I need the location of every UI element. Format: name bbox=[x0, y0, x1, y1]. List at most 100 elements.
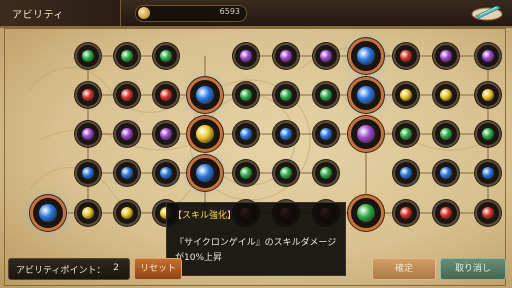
ability-node[interactable] bbox=[116, 202, 138, 224]
ability-node[interactable] bbox=[315, 84, 337, 106]
coin-icon bbox=[138, 7, 150, 19]
ability-node[interactable] bbox=[477, 45, 499, 67]
ability-node[interactable] bbox=[395, 45, 417, 67]
ability-node[interactable] bbox=[315, 45, 337, 67]
yellow-gem-icon bbox=[440, 89, 452, 101]
ability-node[interactable] bbox=[351, 119, 381, 149]
coin-counter: 6593 bbox=[135, 5, 247, 22]
purple-gem-icon bbox=[320, 50, 332, 62]
purple-gem-icon bbox=[82, 128, 94, 140]
red-gem-icon bbox=[440, 207, 452, 219]
green-gem-icon bbox=[280, 89, 292, 101]
green-gem-icon bbox=[357, 204, 375, 222]
ability-node[interactable] bbox=[351, 198, 381, 228]
green-gem-icon bbox=[240, 167, 252, 179]
green-gem-icon bbox=[82, 50, 94, 62]
yellow-gem-icon bbox=[196, 125, 214, 143]
ability-node[interactable] bbox=[477, 123, 499, 145]
ability-node[interactable] bbox=[77, 84, 99, 106]
ability-node[interactable] bbox=[435, 162, 457, 184]
green-gem-icon bbox=[482, 128, 494, 140]
ability-node[interactable] bbox=[395, 202, 417, 224]
feather-scroll-icon[interactable] bbox=[470, 2, 504, 22]
ability-node[interactable] bbox=[275, 45, 297, 67]
blue-gem-icon bbox=[39, 204, 57, 222]
blue-gem-icon bbox=[320, 128, 332, 140]
ability-node[interactable] bbox=[77, 123, 99, 145]
ability-node[interactable] bbox=[116, 45, 138, 67]
red-gem-icon bbox=[121, 89, 133, 101]
ability-node[interactable] bbox=[77, 162, 99, 184]
purple-gem-icon bbox=[160, 128, 172, 140]
ability-node[interactable] bbox=[155, 84, 177, 106]
ability-screen: アビリティ 6593 【スキル強化】 『サイクロンゲイル』のスキルダメージが10… bbox=[0, 0, 512, 288]
ability-node[interactable] bbox=[477, 202, 499, 224]
reset-button[interactable]: リセット bbox=[134, 258, 182, 280]
ability-node[interactable] bbox=[77, 45, 99, 67]
ability-node[interactable] bbox=[190, 80, 220, 110]
purple-gem-icon bbox=[121, 128, 133, 140]
confirm-button[interactable]: 確定 bbox=[372, 258, 436, 280]
cancel-button[interactable]: 取り消し bbox=[440, 258, 506, 280]
ability-node[interactable] bbox=[275, 162, 297, 184]
green-gem-icon bbox=[240, 89, 252, 101]
ability-node[interactable] bbox=[395, 162, 417, 184]
blue-gem-icon bbox=[196, 86, 214, 104]
ability-node[interactable] bbox=[275, 84, 297, 106]
blue-gem-icon bbox=[196, 164, 214, 182]
green-gem-icon bbox=[320, 89, 332, 101]
ability-node[interactable] bbox=[155, 45, 177, 67]
blue-gem-icon bbox=[121, 167, 133, 179]
green-gem-icon bbox=[121, 50, 133, 62]
red-gem-icon bbox=[400, 207, 412, 219]
red-gem-icon bbox=[400, 50, 412, 62]
purple-gem-icon bbox=[280, 50, 292, 62]
red-gem-icon bbox=[82, 89, 94, 101]
blue-gem-icon bbox=[82, 167, 94, 179]
ability-node[interactable] bbox=[275, 123, 297, 145]
ability-node[interactable] bbox=[190, 158, 220, 188]
ability-node[interactable] bbox=[235, 123, 257, 145]
ability-node-selected[interactable] bbox=[33, 198, 63, 228]
skill-tooltip: 【スキル強化】 『サイクロンゲイル』のスキルダメージが10%上昇 bbox=[166, 202, 346, 276]
ability-node[interactable] bbox=[435, 45, 457, 67]
ability-node[interactable] bbox=[235, 84, 257, 106]
ability-node[interactable] bbox=[435, 84, 457, 106]
ability-points-value: 2 bbox=[113, 263, 119, 273]
ability-node[interactable] bbox=[435, 123, 457, 145]
green-gem-icon bbox=[440, 128, 452, 140]
green-gem-icon bbox=[400, 128, 412, 140]
ability-node[interactable] bbox=[235, 45, 257, 67]
green-gem-icon bbox=[160, 50, 172, 62]
ability-node[interactable] bbox=[116, 84, 138, 106]
top-bar: アビリティ 6593 bbox=[0, 0, 512, 28]
ability-node[interactable] bbox=[155, 162, 177, 184]
ability-node[interactable] bbox=[155, 123, 177, 145]
ability-points-panel: アビリティポイント： 2 bbox=[8, 258, 130, 280]
ability-node[interactable] bbox=[477, 84, 499, 106]
ability-node[interactable] bbox=[395, 84, 417, 106]
ability-node[interactable] bbox=[477, 162, 499, 184]
ability-node[interactable] bbox=[351, 41, 381, 71]
page-title: アビリティ bbox=[12, 10, 64, 21]
ability-node[interactable] bbox=[435, 202, 457, 224]
tooltip-title: 【スキル強化】 bbox=[173, 211, 237, 221]
ability-node[interactable] bbox=[235, 162, 257, 184]
blue-gem-icon bbox=[240, 128, 252, 140]
ability-node[interactable] bbox=[116, 162, 138, 184]
ability-node[interactable] bbox=[315, 123, 337, 145]
ability-node[interactable] bbox=[351, 80, 381, 110]
blue-gem-icon bbox=[280, 128, 292, 140]
red-gem-icon bbox=[160, 89, 172, 101]
ability-node[interactable] bbox=[190, 119, 220, 149]
red-gem-icon bbox=[482, 207, 494, 219]
purple-gem-icon bbox=[440, 50, 452, 62]
ability-node[interactable] bbox=[116, 123, 138, 145]
yellow-gem-icon bbox=[82, 207, 94, 219]
blue-gem-icon bbox=[440, 167, 452, 179]
green-gem-icon bbox=[320, 167, 332, 179]
ability-node[interactable] bbox=[77, 202, 99, 224]
ability-node[interactable] bbox=[315, 162, 337, 184]
ability-node[interactable] bbox=[395, 123, 417, 145]
blue-gem-icon bbox=[160, 167, 172, 179]
